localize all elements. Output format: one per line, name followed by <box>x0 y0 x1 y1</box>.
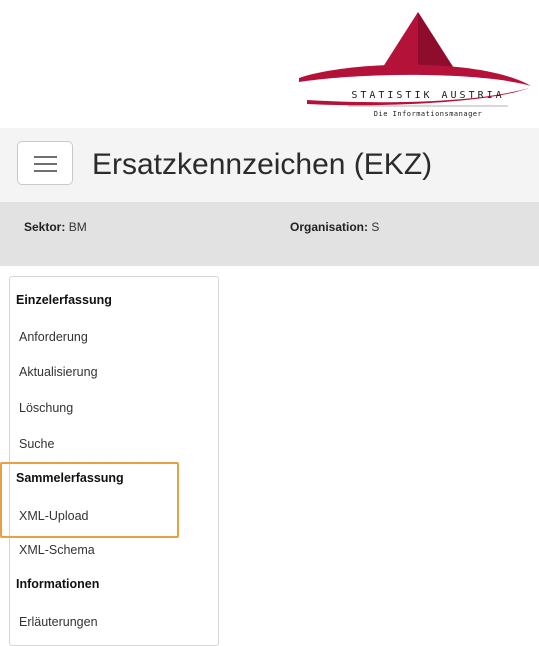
sektor-value: BM <box>68 220 87 234</box>
hamburger-menu-button[interactable] <box>17 141 73 185</box>
page-header: Ersatzkennzeichen (EKZ) <box>0 128 539 202</box>
sidebar-item-loeschung[interactable]: Löschung <box>19 401 73 415</box>
hamburger-menu-icon <box>34 156 57 158</box>
highlight-annotation <box>0 462 179 538</box>
sidebar-item-suche[interactable]: Suche <box>19 437 54 451</box>
sidebar-item-erlaeuterungen[interactable]: Erläuterungen <box>19 615 98 629</box>
organisation-info: Organisation: S <box>290 220 379 234</box>
sidebar-nav: Einzelerfassung Anforderung Aktualisieru… <box>9 276 219 646</box>
sidebar-item-aktualisierung[interactable]: Aktualisierung <box>19 365 98 379</box>
logo-tagline: Die Informationsmanager <box>373 110 483 118</box>
logo-mark-icon <box>299 12 531 107</box>
organisation-value: S <box>371 220 380 234</box>
context-info-bar: Sektor: BM Organisation: S <box>0 202 539 266</box>
sidebar-heading-informationen: Informationen <box>16 577 100 591</box>
sidebar-heading-einzelerfassung: Einzelerfassung <box>16 293 112 307</box>
sektor-info: Sektor: BM <box>24 220 87 234</box>
sektor-label: Sektor: <box>24 220 66 234</box>
organisation-label: Organisation: <box>290 220 369 234</box>
statistik-austria-logo: STATISTIK AUSTRIA Die Informationsmanage… <box>293 8 535 120</box>
page-title: Ersatzkennzeichen (EKZ) <box>92 148 433 181</box>
sidebar-item-anforderung[interactable]: Anforderung <box>19 330 88 344</box>
sidebar-item-xml-schema[interactable]: XML-Schema <box>19 543 95 557</box>
logo-name: STATISTIK AUSTRIA <box>351 90 505 101</box>
